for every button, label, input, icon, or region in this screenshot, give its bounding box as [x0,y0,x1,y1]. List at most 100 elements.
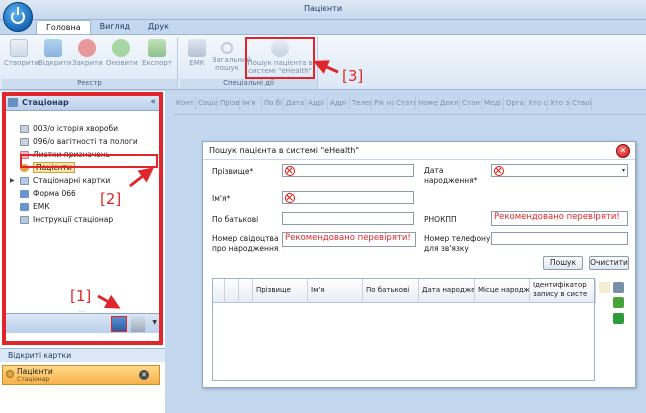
grid-col-header[interactable]: Номе [416,97,438,110]
dialog-title: Пошук пацієнта в системі "eHealth" [209,146,360,155]
grid-col-header[interactable]: Дата [284,97,306,110]
name-label: Ім'я* [212,194,231,203]
close-icon [78,39,96,57]
grid-col-header[interactable]: Адрі [306,97,328,110]
create-button[interactable]: Створити [4,39,39,77]
clear-button[interactable]: Очистити [589,256,629,270]
open-cards-title: Відкриті картки [0,348,165,362]
col-record-id[interactable]: Ідентифікатор запису в систе [530,279,596,303]
flag-icon[interactable] [613,313,624,324]
dialog-divider [203,159,635,160]
rnokpp-input[interactable]: Рекомендовано перевіряти! [491,211,628,226]
birth-date-label-line1: Дата [424,166,444,175]
certificate-input[interactable]: Рекомендовано перевіряти! [282,232,416,247]
tools-icon[interactable] [613,282,624,293]
grid-spacer-col [239,279,253,303]
dialog-close-button[interactable]: ✕ [616,144,630,158]
close-card-button[interactable]: ✕ [139,370,149,380]
certificate-label-line1: Номер свідоцтва [212,234,279,243]
search-icon [221,42,233,54]
surname-label: Прізвище* [212,167,254,176]
open-button[interactable]: Відкрити [38,39,71,77]
grid-col-header[interactable]: Хто з [548,97,570,110]
grid-select-col [225,279,239,303]
folder-icon[interactable] [599,282,610,293]
highlight-box-patients [20,154,158,168]
col-patronymic[interactable]: По батькові [363,279,419,303]
emk-icon [188,39,206,57]
grid-col-header[interactable]: Меді [482,97,504,110]
results-grid-header: Прізвище Ім'я По батькові Дата народже М… [213,279,596,303]
refresh-icon [112,39,130,57]
grid-indicator-col [213,279,225,303]
birth-date-label-line2: народження* [424,176,478,185]
app-menu-button[interactable] [3,2,33,32]
search-button[interactable]: Пошук [543,256,583,270]
export-button[interactable]: Експорт [142,39,172,77]
export-icon [148,39,166,57]
patient-icon [6,370,14,378]
error-icon [285,166,295,176]
grid-col-header[interactable]: Ствої [570,97,592,110]
general-search-button[interactable]: Загальний пошук [212,39,251,77]
grid-col-header[interactable]: По бі [262,97,284,110]
rnokpp-warning: Рекомендовано перевіряти! [494,212,620,222]
col-surname[interactable]: Прізвище [253,279,308,303]
open-icon [44,39,62,57]
tab-print[interactable]: Друк [139,20,178,35]
create-icon [10,39,28,57]
ribbon-group-registry-label: Реєстр [2,79,177,89]
grid-col-header[interactable]: Хто с [526,97,548,110]
col-name[interactable]: Ім'я [308,279,363,303]
error-icon [285,193,295,203]
close-button[interactable]: Закрити [72,39,103,77]
search-results-grid: Прізвище Ім'я По батькові Дата народже М… [212,278,596,381]
window-title: Пацієнти [303,4,343,13]
grid-col-header[interactable]: Адрі [328,97,350,110]
rnokpp-label: РНОКПП [424,215,457,224]
surname-input[interactable] [282,164,414,177]
tab-view[interactable]: Вигляд [91,20,139,35]
highlight-box-ehealth [245,37,315,79]
emk-button[interactable]: ЕМК [182,39,212,77]
patronymic-input[interactable] [282,212,414,225]
power-icon [11,7,25,24]
grid-col-header[interactable]: Соціа [196,97,218,110]
grid-col-header[interactable]: Телеф [350,97,372,110]
phone-input[interactable] [491,232,628,245]
grid-column-headers: КонтСоціаПрізвІм'яПо біДатаАдріАдріТелеф… [174,97,592,110]
grid-col-header[interactable]: Рік на [372,97,394,110]
annotation-label-2: [2] [100,190,122,208]
grid-col-header[interactable]: Орга [504,97,526,110]
highlight-box-left-pane [2,92,163,345]
refresh-icon[interactable] [613,297,624,308]
name-input[interactable] [282,191,414,204]
ribbon: Створити Відкрити Закрити Оновити Експор… [0,34,646,90]
grid-col-header[interactable]: Ім'я [240,97,262,110]
grid-side-toolbar [599,280,629,330]
certificate-label-line2: про народження [212,244,279,253]
grid-header-line [174,114,646,115]
birth-date-input[interactable]: ▾ [491,164,628,177]
open-card-patients[interactable]: Пацієнти Стаціонар ✕ [2,365,160,385]
annotation-label-3: [3] [342,67,364,85]
chevron-down-icon[interactable]: ▾ [622,167,625,174]
ribbon-group-special-label: Спеціальні дії [180,79,317,89]
tab-home[interactable]: Головна [36,20,91,35]
grid-col-header[interactable]: Конт [174,97,196,110]
grid-col-header[interactable]: Декл [438,97,460,110]
phone-label-line1: Номер телефону [424,234,491,243]
grid-col-header[interactable]: Стан [460,97,482,110]
phone-label-line2: для зв'язку [424,244,469,253]
certificate-warning: Рекомендовано перевіряти! [285,233,411,243]
col-birth-place[interactable]: Місце народж [475,279,530,303]
error-icon [494,166,504,176]
ribbon-tabs: Головна Вигляд Друк [36,20,178,35]
col-birth-date[interactable]: Дата народже [419,279,475,303]
patronymic-label: По батькові [212,215,259,224]
grid-col-header[interactable]: Прізв [218,97,240,110]
ehealth-search-dialog: Пошук пацієнта в системі "eHealth" ✕ Прі… [202,141,636,388]
grid-col-header[interactable]: Стать [394,97,416,110]
refresh-button[interactable]: Оновити [106,39,138,77]
ribbon-group-registry: Створити Відкрити Закрити Оновити Експор… [2,37,178,89]
